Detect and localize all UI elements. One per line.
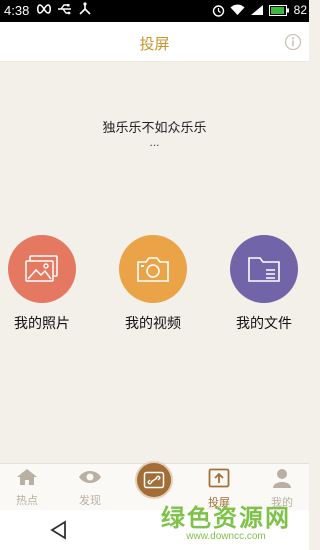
info-icon[interactable] xyxy=(284,33,302,51)
tab-hotspot[interactable]: 热点 xyxy=(2,468,52,508)
status-bar: 4:38 82 xyxy=(0,0,309,22)
watermark-brand: 绿色资源网 xyxy=(161,504,291,532)
wifi-icon xyxy=(230,4,245,15)
center-link-button[interactable] xyxy=(135,461,173,499)
my-videos-label: 我的视频 xyxy=(125,315,181,331)
home-icon xyxy=(17,469,37,485)
signal-icon xyxy=(250,5,263,15)
my-photos-button[interactable]: 我的照片 xyxy=(0,235,87,333)
photo-icon xyxy=(25,255,58,282)
battery-icon xyxy=(268,4,289,16)
status-time: 4:38 xyxy=(4,3,30,18)
slogan-ellipsis: ... xyxy=(149,135,160,149)
tab-hotspot-label: 热点 xyxy=(16,495,38,507)
person-icon xyxy=(273,469,291,488)
back-icon[interactable] xyxy=(50,520,68,540)
my-photos-label: 我的照片 xyxy=(14,315,70,331)
watermark: 绿色资源网 www.downcc.com xyxy=(161,498,291,542)
slogan-text: 独乐乐不如众乐乐 xyxy=(102,120,207,135)
link-icon xyxy=(143,471,165,489)
my-videos-circle xyxy=(119,235,187,303)
tab-discover[interactable]: 发现 xyxy=(65,468,115,508)
eye-icon xyxy=(79,471,101,483)
main-content: 独乐乐不如众乐乐 ... 我的照片 我的视频 我的文件 xyxy=(0,63,309,463)
android-debug-icon xyxy=(79,2,91,15)
infinity-icon xyxy=(36,4,52,14)
folder-icon xyxy=(248,257,280,282)
my-videos-button[interactable]: 我的视频 xyxy=(108,235,198,333)
my-files-circle xyxy=(230,235,298,303)
camera-icon xyxy=(137,257,169,282)
my-files-button[interactable]: 我的文件 xyxy=(219,235,309,333)
page-title: 投屏 xyxy=(139,36,170,53)
cast-icon xyxy=(208,468,230,488)
usb-icon xyxy=(58,4,71,15)
my-files-label: 我的文件 xyxy=(236,315,292,331)
alarm-icon xyxy=(212,4,224,17)
tab-discover-label: 发现 xyxy=(79,495,101,507)
battery-percent: 82 xyxy=(293,3,307,17)
app-header: 投屏 xyxy=(0,22,309,62)
my-photos-circle xyxy=(8,235,76,303)
